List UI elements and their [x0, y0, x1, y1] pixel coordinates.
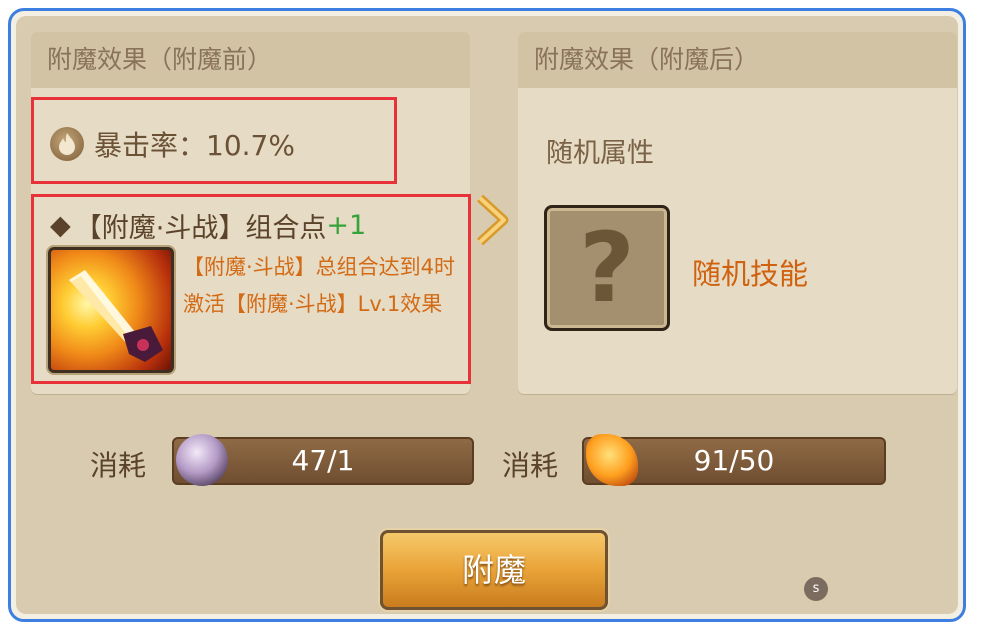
crit-rate-text: 暴击率：10.7%	[94, 129, 295, 162]
combo-point-text: 【附魔·斗战】组合点	[74, 213, 327, 244]
combo-point-row: ◆ 【附魔·斗战】组合点 +1	[50, 206, 366, 245]
corner-badge: s	[804, 577, 828, 601]
random-skill-label: 随机技能	[692, 257, 809, 291]
random-attribute-label: 随机属性	[546, 138, 654, 169]
combo-point-plus: +1	[326, 210, 367, 241]
after-enchant-title: 附魔效果（附魔后）	[518, 32, 957, 88]
before-enchant-title: 附魔效果（附魔前）	[31, 32, 470, 88]
crystal-orb-icon[interactable]	[176, 434, 228, 486]
enchant-button[interactable]: 附魔	[380, 530, 608, 610]
crit-rate-row: 暴击率：10.7%	[50, 124, 295, 164]
sword-skill-icon[interactable]	[48, 247, 174, 373]
cost-label-1: 消耗	[90, 449, 147, 482]
enchant-window: 附魔效果（附魔前） 暴击率：10.7% ◆ 【附魔·斗战】组合点 +1 【附魔·…	[8, 8, 966, 622]
cost-label-2: 消耗	[502, 449, 559, 482]
skill-description: 【附魔·斗战】总组合达到4时激活【附魔·斗战】Lv.1效果	[183, 255, 456, 316]
chevron-right-icon	[476, 194, 509, 246]
question-mark-icon: ?	[544, 205, 670, 331]
diamond-bullet-icon: ◆	[50, 210, 71, 241]
window-background: 附魔效果（附魔前） 暴击率：10.7% ◆ 【附魔·斗战】组合点 +1 【附魔·…	[16, 16, 958, 614]
flame-icon	[50, 127, 84, 161]
